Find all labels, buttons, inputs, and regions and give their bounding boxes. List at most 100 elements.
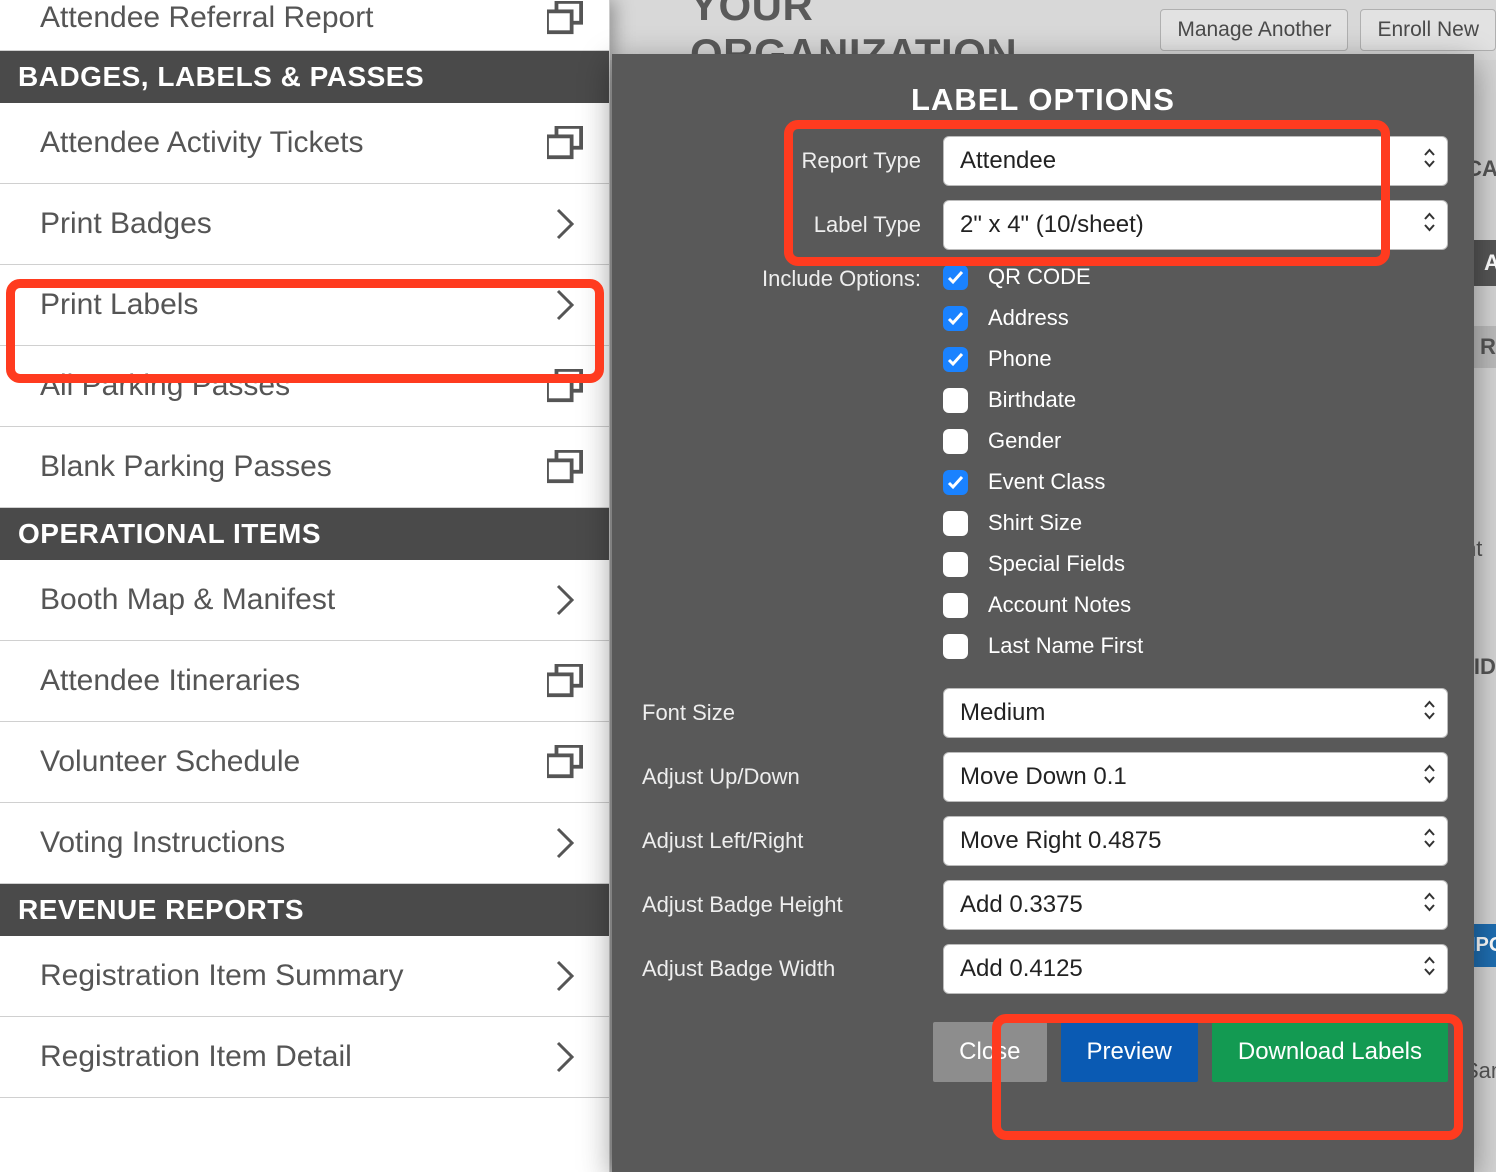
adjust-lr-label: Adjust Left/Right (638, 828, 943, 854)
select-caret-icon (1424, 763, 1435, 791)
select-value: Attendee (960, 147, 1056, 174)
sidebar-item-registration-item-detail[interactable]: Registration Item Detail (0, 1017, 609, 1098)
font-size-select[interactable]: Medium (943, 688, 1448, 738)
sidebar-item-blank-parking-passes[interactable]: Blank Parking Passes (0, 427, 609, 508)
include-option-label: Address (988, 305, 1069, 331)
sidebar-item-label: Registration Item Summary (40, 959, 403, 993)
adjust-ud-label: Adjust Up/Down (638, 764, 943, 790)
adjust-h-select[interactable]: Add 0.3375 (943, 880, 1448, 930)
sidebar-item-label: Print Badges (40, 207, 212, 241)
chevron-right-icon (547, 582, 583, 618)
select-caret-icon (1424, 827, 1435, 855)
stack-icon (547, 663, 583, 699)
section-header: BADGES, LABELS & PASSES (0, 51, 609, 103)
include-option-special-fields[interactable]: Special Fields (943, 551, 1448, 577)
include-option-label: Last Name First (988, 633, 1143, 659)
select-caret-icon (1424, 147, 1435, 175)
include-option-label: Special Fields (988, 551, 1125, 577)
label-type-label: Label Type (638, 212, 943, 238)
select-value: Move Right 0.4875 (960, 827, 1161, 854)
checkbox[interactable] (943, 388, 968, 413)
include-option-label: Shirt Size (988, 510, 1082, 536)
sidebar-item-print-labels[interactable]: Print Labels (0, 265, 609, 346)
select-caret-icon (1424, 699, 1435, 727)
stack-icon (547, 125, 583, 161)
include-option-account-notes[interactable]: Account Notes (943, 592, 1448, 618)
bg-header: YOUR ORGANIZATION Manage Another Enroll … (610, 0, 1496, 60)
sidebar-item-voting-instructions[interactable]: Voting Instructions (0, 803, 609, 884)
sidebar-item-attendee-itineraries[interactable]: Attendee Itineraries (0, 641, 609, 722)
checkbox[interactable] (943, 634, 968, 659)
sidebar-item-booth-map-manifest[interactable]: Booth Map & Manifest (0, 560, 609, 641)
label-options-modal: LABEL OPTIONS Report Type Attendee Label… (612, 54, 1474, 1172)
include-option-gender[interactable]: Gender (943, 428, 1448, 454)
stack-icon (547, 744, 583, 780)
select-caret-icon (1424, 891, 1435, 919)
label-type-select[interactable]: 2" x 4" (10/sheet) (943, 200, 1448, 250)
font-size-label: Font Size (638, 700, 943, 726)
checkbox[interactable] (943, 511, 968, 536)
section-header: REVENUE REPORTS (0, 884, 609, 936)
sidebar-item-label: Blank Parking Passes (40, 450, 332, 484)
include-option-qr-code[interactable]: QR CODE (943, 264, 1448, 290)
sidebar-item-label: Attendee Itineraries (40, 664, 300, 698)
report-type-label: Report Type (638, 148, 943, 174)
select-value: Move Down 0.1 (960, 763, 1127, 790)
sidebar-item-registration-item-summary[interactable]: Registration Item Summary (0, 936, 609, 1017)
include-option-label: Phone (988, 346, 1052, 372)
include-option-birthdate[interactable]: Birthdate (943, 387, 1448, 413)
modal-actions: Close Preview Download Labels (638, 1022, 1448, 1082)
include-option-label: Gender (988, 428, 1061, 454)
adjust-ud-select[interactable]: Move Down 0.1 (943, 752, 1448, 802)
include-option-event-class[interactable]: Event Class (943, 469, 1448, 495)
sidebar-item-volunteer-schedule[interactable]: Volunteer Schedule (0, 722, 609, 803)
checkbox[interactable] (943, 429, 968, 454)
chevron-right-icon (547, 206, 583, 242)
select-value: Add 0.3375 (960, 891, 1083, 918)
checkbox[interactable] (943, 470, 968, 495)
stack-icon (547, 449, 583, 485)
bg-manage-another-button[interactable]: Manage Another (1160, 9, 1348, 51)
adjust-h-label: Adjust Badge Height (638, 892, 943, 918)
select-value: Add 0.4125 (960, 955, 1083, 982)
chevron-right-icon (547, 825, 583, 861)
adjust-lr-select[interactable]: Move Right 0.4875 (943, 816, 1448, 866)
include-option-label: Birthdate (988, 387, 1076, 413)
checkbox[interactable] (943, 265, 968, 290)
include-option-phone[interactable]: Phone (943, 346, 1448, 372)
checkbox[interactable] (943, 347, 968, 372)
modal-title: LABEL OPTIONS (638, 82, 1448, 118)
sidebar-item-print-badges[interactable]: Print Badges (0, 184, 609, 265)
sidebar-item-label: Booth Map & Manifest (40, 583, 335, 617)
sidebar-item-label: Registration Item Detail (40, 1040, 352, 1074)
include-option-last-name-first[interactable]: Last Name First (943, 633, 1448, 659)
chevron-right-icon (547, 1039, 583, 1075)
sidebar-item-label: Attendee Referral Report (40, 1, 374, 35)
preview-button[interactable]: Preview (1061, 1022, 1198, 1082)
chevron-right-icon (547, 287, 583, 323)
include-option-address[interactable]: Address (943, 305, 1448, 331)
sidebar-item-attendee-activity-tickets[interactable]: Attendee Activity Tickets (0, 103, 609, 184)
include-options-label: Include Options: (638, 264, 943, 292)
bg-enroll-new-button[interactable]: Enroll New (1360, 9, 1496, 51)
include-option-label: QR CODE (988, 264, 1091, 290)
sidebar-item-attendee-referral[interactable]: Attendee Referral Report (0, 0, 609, 51)
sidebar-item-all-parking-passes[interactable]: All Parking Passes (0, 346, 609, 427)
stack-icon (547, 368, 583, 404)
select-value: Medium (960, 699, 1045, 726)
download-labels-button[interactable]: Download Labels (1212, 1022, 1448, 1082)
stack-icon (547, 0, 583, 36)
include-option-shirt-size[interactable]: Shirt Size (943, 510, 1448, 536)
checkbox[interactable] (943, 593, 968, 618)
include-option-label: Account Notes (988, 592, 1131, 618)
checkbox[interactable] (943, 552, 968, 577)
report-type-select[interactable]: Attendee (943, 136, 1448, 186)
sidebar-item-label: Attendee Activity Tickets (40, 126, 363, 160)
checkbox[interactable] (943, 306, 968, 331)
include-option-label: Event Class (988, 469, 1105, 495)
adjust-w-select[interactable]: Add 0.4125 (943, 944, 1448, 994)
sidebar-item-label: Volunteer Schedule (40, 745, 300, 779)
sidebar: Attendee Referral Report BADGES, LABELS … (0, 0, 610, 1172)
close-button[interactable]: Close (933, 1022, 1046, 1082)
select-value: 2" x 4" (10/sheet) (960, 211, 1144, 238)
